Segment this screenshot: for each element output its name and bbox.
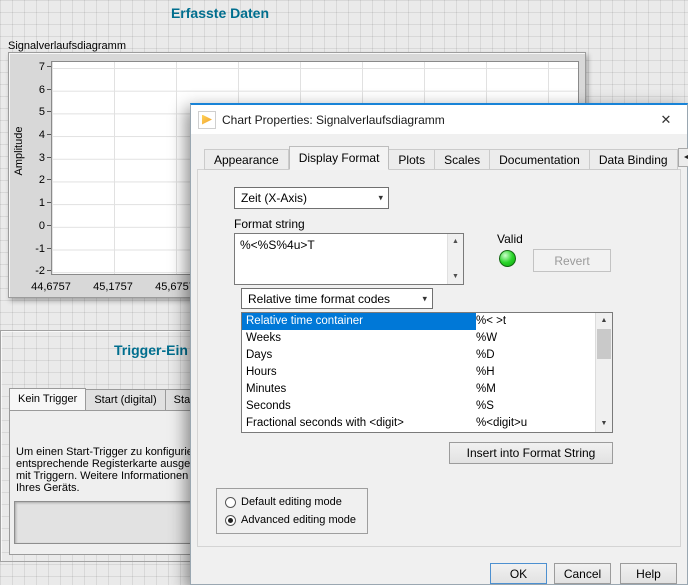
code-label: Days [246, 349, 273, 361]
format-string-scrollbar[interactable]: ▲ ▼ [447, 234, 463, 284]
chevron-down-icon: ▾ [422, 293, 427, 303]
chevron-down-icon: ▾ [378, 192, 383, 203]
editing-mode-group: Default editing mode Advanced editing mo… [216, 488, 368, 534]
y-tick: 6 [15, 84, 51, 96]
code-value: %H [476, 366, 495, 378]
code-label: Fractional seconds with <digit> [246, 417, 404, 429]
code-value: %< >t [476, 315, 507, 327]
scrollbar-thumb[interactable] [597, 329, 611, 359]
list-item[interactable]: Minutes %M [242, 381, 612, 398]
y-tick: 4 [15, 129, 51, 141]
help-button[interactable]: Help [620, 563, 677, 584]
format-codes-select[interactable]: Relative time format codes ▾ [241, 288, 433, 309]
y-tick: 7 [15, 61, 51, 73]
scroll-down-icon[interactable]: ▼ [448, 269, 463, 284]
list-item[interactable]: Weeks %W [242, 330, 612, 347]
tab-appearance[interactable]: Appearance [204, 149, 289, 170]
radio-label: Advanced editing mode [241, 514, 356, 526]
y-tick: 5 [15, 106, 51, 118]
tab-scroll-left-button[interactable]: ◄ [677, 148, 688, 167]
list-item[interactable]: Hours %H [242, 364, 612, 381]
format-string-value: %<%S%4u>T [240, 238, 315, 252]
trigger-title: Trigger-Ein [114, 342, 188, 358]
y-tick: -1 [15, 243, 51, 255]
y-tick: 2 [15, 174, 51, 186]
chart-name-label: Signalverlaufsdiagramm [8, 40, 126, 52]
y-tick: 3 [15, 152, 51, 164]
y-tick: 0 [15, 220, 51, 232]
tab-scroll-control: ◄ ► [677, 148, 688, 167]
dialog-tabs: Appearance Display Format Plots Scales D… [204, 146, 688, 170]
list-item[interactable]: Seconds %S [242, 398, 612, 415]
y-tick: 1 [15, 197, 51, 209]
close-button[interactable]: ✕ [645, 105, 687, 134]
tab-plots[interactable]: Plots [389, 149, 436, 170]
trigger-help-line: mit Triggern. Weitere Informationen e [16, 470, 198, 482]
dialog-title: Chart Properties: Signalverlaufsdiagramm [222, 112, 445, 127]
insert-into-format-string-button[interactable]: Insert into Format String [449, 442, 613, 464]
trigger-help-line: entsprechende Registerkarte ausgewä [16, 458, 201, 470]
trigger-tab-page: Um einen Start-Trigger zu konfiguriere e… [9, 410, 201, 555]
trigger-help-line: Um einen Start-Trigger zu konfiguriere [16, 446, 201, 458]
scroll-up-icon[interactable]: ▲ [596, 313, 612, 329]
x-tick: 44,6757 [31, 281, 71, 293]
format-codes-list[interactable]: Relative time container %< >t Weeks %W D… [241, 312, 613, 433]
radio-checked-icon [225, 514, 236, 526]
ok-button[interactable]: OK [490, 563, 547, 584]
default-editing-mode-radio[interactable]: Default editing mode [225, 495, 359, 509]
valid-label: Valid [497, 232, 523, 246]
tab-data-binding[interactable]: Data Binding [589, 149, 678, 170]
y-tick: -2 [15, 265, 51, 277]
code-label: Weeks [246, 332, 281, 344]
tab-display-format[interactable]: Display Format [288, 146, 390, 170]
list-item[interactable]: Days %D [242, 347, 612, 364]
format-string-input[interactable]: %<%S%4u>T ▲ ▼ [234, 233, 464, 285]
axis-select[interactable]: Zeit (X-Axis) ▾ [234, 187, 389, 209]
close-icon: ✕ [660, 111, 672, 127]
radio-unchecked-icon [225, 496, 236, 508]
code-value: %<digit>u [476, 417, 528, 429]
tab-documentation[interactable]: Documentation [490, 149, 590, 170]
labview-front-panel: Erfasste Daten Signalverlaufsdiagramm Am… [0, 0, 688, 585]
revert-button[interactable]: Revert [533, 249, 611, 272]
axis-select-value: Zeit (X-Axis) [241, 191, 307, 205]
code-label: Relative time container [242, 313, 476, 330]
list-scrollbar[interactable]: ▲ ▼ [595, 313, 612, 432]
dialog-titlebar[interactable]: Chart Properties: Signalverlaufsdiagramm… [191, 105, 687, 134]
list-item[interactable]: Relative time container %< >t [242, 313, 612, 330]
format-string-label: Format string [234, 217, 305, 231]
tab-start-digital[interactable]: Start (digital) [86, 389, 166, 411]
code-value: %S [476, 400, 494, 412]
code-value: %M [476, 383, 496, 395]
acquired-data-title: Erfasste Daten [170, 5, 270, 21]
scroll-down-icon[interactable]: ▼ [596, 416, 612, 432]
trigger-help-line: Ihres Geräts. [16, 482, 80, 494]
radio-label: Default editing mode [241, 496, 342, 508]
trigger-tabs: Kein Trigger Start (digital) Start [9, 388, 206, 411]
format-codes-select-value: Relative time format codes [248, 291, 391, 306]
valid-led-indicator [499, 250, 516, 267]
tab-kein-trigger[interactable]: Kein Trigger [9, 388, 87, 411]
tab-scales[interactable]: Scales [435, 149, 491, 170]
trigger-help-text: Um einen Start-Trigger zu konfiguriere e… [16, 446, 201, 494]
chart-properties-dialog: Chart Properties: Signalverlaufsdiagramm… [190, 103, 688, 585]
trigger-settings-panel: Trigger-Ein Kein Trigger Start (digital)… [0, 330, 206, 562]
trigger-info-box [14, 501, 196, 544]
code-value: %W [476, 332, 498, 344]
code-label: Minutes [246, 383, 287, 395]
list-item[interactable]: Fractional seconds with <digit> %<digit>… [242, 415, 612, 432]
scroll-up-icon[interactable]: ▲ [448, 234, 463, 249]
x-tick: 45,1757 [93, 281, 133, 293]
code-label: Seconds [246, 400, 291, 412]
code-label: Hours [246, 366, 277, 378]
labview-icon [198, 110, 216, 129]
advanced-editing-mode-radio[interactable]: Advanced editing mode [225, 513, 359, 527]
cancel-button[interactable]: Cancel [554, 563, 611, 584]
code-value: %D [476, 349, 495, 361]
